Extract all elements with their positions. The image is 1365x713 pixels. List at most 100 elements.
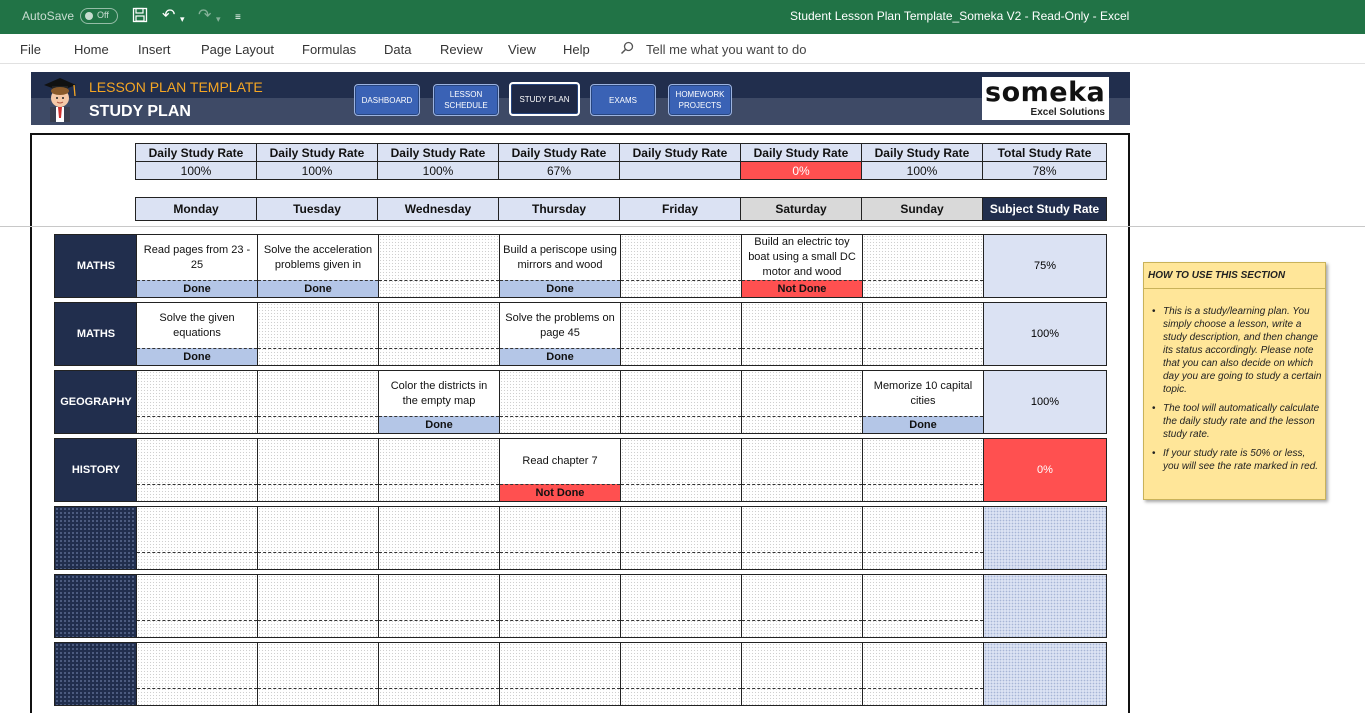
daily-study-rate-value[interactable]: 100%: [135, 161, 257, 180]
status-cell[interactable]: Done: [258, 280, 378, 297]
day-cell[interactable]: Solve the problems on page 45 Done: [499, 303, 620, 365]
daily-study-rate-value[interactable]: 100%: [861, 161, 983, 180]
day-cell[interactable]: Build a periscope using mirrors and wood…: [499, 235, 620, 297]
study-description[interactable]: [621, 643, 741, 688]
day-cell[interactable]: [499, 643, 620, 705]
menu-review[interactable]: Review: [440, 42, 483, 57]
study-description[interactable]: [137, 643, 257, 688]
study-description[interactable]: [137, 371, 257, 416]
tell-me-input[interactable]: Tell me what you want to do: [646, 42, 806, 57]
status-cell[interactable]: [863, 484, 983, 501]
status-cell[interactable]: Not Done: [500, 484, 620, 501]
study-description[interactable]: [863, 439, 983, 484]
study-description[interactable]: [863, 303, 983, 348]
study-description[interactable]: [742, 439, 862, 484]
status-cell[interactable]: [379, 620, 499, 637]
status-cell[interactable]: [137, 688, 257, 705]
homework-projects-button[interactable]: HOMEWORK PROJECTS: [668, 84, 732, 116]
study-description[interactable]: Build an electric toy boat using a small…: [742, 235, 862, 280]
status-cell[interactable]: Done: [137, 280, 257, 297]
status-cell[interactable]: [500, 552, 620, 569]
study-description[interactable]: [742, 371, 862, 416]
study-description[interactable]: [258, 507, 378, 552]
daily-study-rate-value[interactable]: 0%: [740, 161, 862, 180]
status-cell[interactable]: [621, 280, 741, 297]
status-cell[interactable]: [137, 552, 257, 569]
status-cell[interactable]: [379, 552, 499, 569]
study-description[interactable]: [379, 507, 499, 552]
study-description[interactable]: [500, 371, 620, 416]
study-description[interactable]: [621, 507, 741, 552]
study-description[interactable]: [621, 439, 741, 484]
day-cell[interactable]: [862, 575, 983, 637]
status-cell[interactable]: Done: [379, 416, 499, 433]
status-cell[interactable]: [379, 280, 499, 297]
study-description[interactable]: [258, 575, 378, 620]
day-cell[interactable]: [499, 371, 620, 433]
study-description[interactable]: [742, 303, 862, 348]
status-cell[interactable]: [258, 348, 378, 365]
study-description[interactable]: [137, 575, 257, 620]
day-cell[interactable]: [499, 575, 620, 637]
day-cell[interactable]: [257, 439, 378, 501]
study-description[interactable]: Solve the problems on page 45: [500, 303, 620, 348]
day-cell[interactable]: [499, 507, 620, 569]
study-description[interactable]: [863, 507, 983, 552]
day-cell[interactable]: [378, 643, 499, 705]
study-description[interactable]: Color the districts in the empty map: [379, 371, 499, 416]
status-cell[interactable]: [621, 484, 741, 501]
menu-insert[interactable]: Insert: [138, 42, 171, 57]
subject-cell[interactable]: GEOGRAPHY: [55, 371, 137, 433]
day-cell[interactable]: [378, 303, 499, 365]
subject-cell[interactable]: HISTORY: [55, 439, 137, 501]
day-cell[interactable]: [620, 643, 741, 705]
search-icon[interactable]: [620, 41, 634, 55]
day-cell[interactable]: [257, 507, 378, 569]
study-description[interactable]: [742, 507, 862, 552]
lesson-schedule-button[interactable]: LESSON SCHEDULE: [433, 84, 499, 116]
study-description[interactable]: [258, 303, 378, 348]
status-cell[interactable]: [742, 552, 862, 569]
status-cell[interactable]: [379, 688, 499, 705]
day-cell[interactable]: [741, 439, 862, 501]
daily-study-rate-value[interactable]: 67%: [498, 161, 620, 180]
menu-data[interactable]: Data: [384, 42, 411, 57]
day-cell[interactable]: [378, 507, 499, 569]
study-description[interactable]: Build a periscope using mirrors and wood: [500, 235, 620, 280]
exams-button[interactable]: EXAMS: [590, 84, 656, 116]
status-cell[interactable]: Done: [137, 348, 257, 365]
status-cell[interactable]: Not Done: [742, 280, 862, 297]
day-cell[interactable]: Read chapter 7 Not Done: [499, 439, 620, 501]
study-description[interactable]: Memorize 10 capital cities: [863, 371, 983, 416]
redo-dropdown-icon[interactable]: ▾: [216, 10, 221, 28]
study-description[interactable]: [863, 575, 983, 620]
day-cell[interactable]: [862, 507, 983, 569]
status-cell[interactable]: [621, 688, 741, 705]
study-description[interactable]: [258, 371, 378, 416]
study-description[interactable]: [621, 371, 741, 416]
day-cell[interactable]: [257, 643, 378, 705]
day-cell[interactable]: [378, 439, 499, 501]
day-cell[interactable]: [620, 507, 741, 569]
day-cell[interactable]: [741, 643, 862, 705]
study-description[interactable]: [863, 235, 983, 280]
study-description[interactable]: Read chapter 7: [500, 439, 620, 484]
status-cell[interactable]: [621, 416, 741, 433]
day-cell[interactable]: [741, 507, 862, 569]
study-description[interactable]: [258, 643, 378, 688]
total-study-rate-value[interactable]: 78%: [982, 161, 1107, 180]
status-cell[interactable]: [742, 416, 862, 433]
study-description[interactable]: [742, 575, 862, 620]
study-description[interactable]: [500, 507, 620, 552]
daily-study-rate-value[interactable]: 100%: [256, 161, 378, 180]
status-cell[interactable]: Done: [500, 348, 620, 365]
menu-file[interactable]: File: [20, 42, 41, 57]
day-cell[interactable]: [378, 575, 499, 637]
subject-cell[interactable]: MATHS: [55, 235, 137, 297]
study-description[interactable]: [621, 303, 741, 348]
subject-cell[interactable]: [55, 507, 137, 569]
status-cell[interactable]: [621, 348, 741, 365]
status-cell[interactable]: Done: [500, 280, 620, 297]
status-cell[interactable]: [258, 620, 378, 637]
daily-study-rate-value[interactable]: [619, 161, 741, 180]
